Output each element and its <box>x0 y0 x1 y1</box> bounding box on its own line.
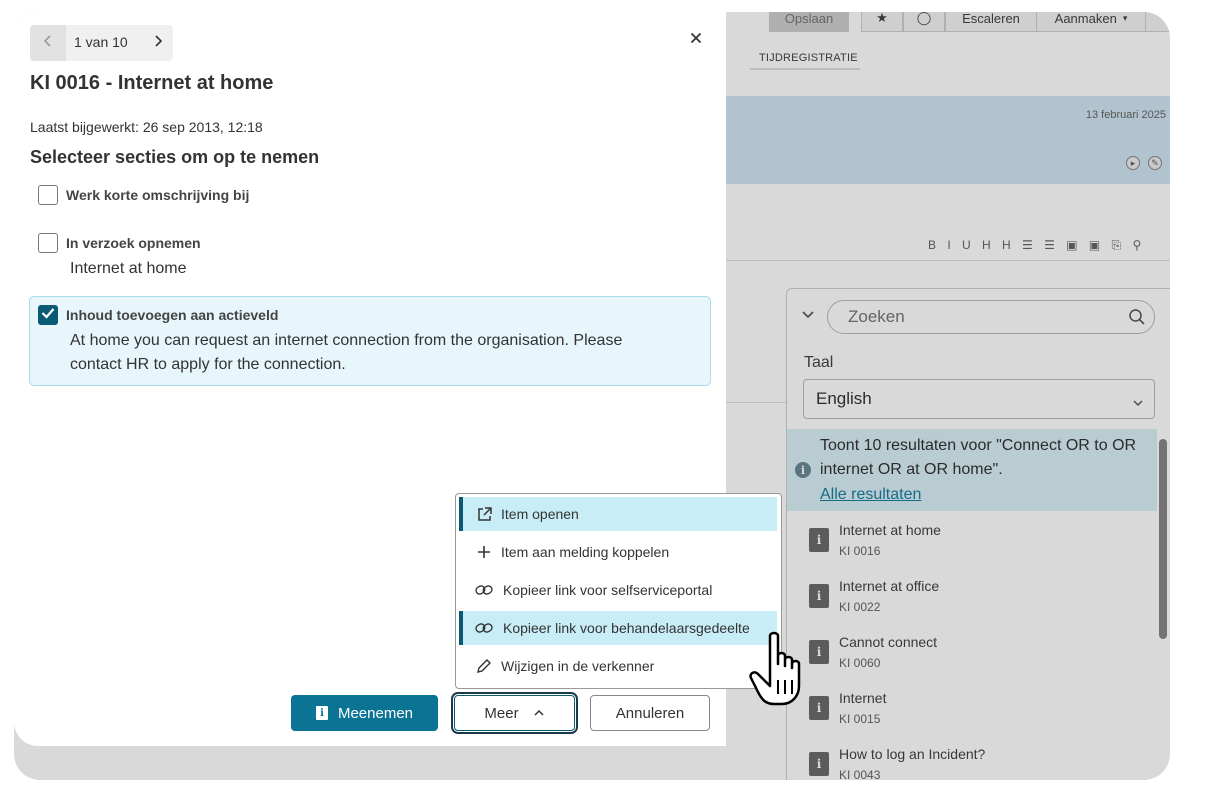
more-button[interactable]: Meer <box>451 692 578 734</box>
section-content: Internet at home <box>70 260 187 277</box>
plus-icon <box>475 543 493 561</box>
close-icon <box>690 31 702 49</box>
menu-item-label: Kopieer link voor selfserviceportal <box>503 582 713 598</box>
app-frame: Opslaan ★ ◯ Escaleren Aanmaken▾ S TIJDRE… <box>14 12 1170 780</box>
checkbox-short-description[interactable] <box>38 185 58 205</box>
pencil-icon <box>475 657 493 675</box>
checkbox-label: In verzoek opnemen <box>66 235 201 251</box>
menu-item-copy-selfservice-link[interactable]: Kopieer link voor selfserviceportal <box>459 573 777 607</box>
more-button-label: Meer <box>484 704 519 722</box>
external-link-icon <box>475 505 493 523</box>
last-updated-text: Laatst bijgewerkt: 26 sep 2013, 12:18 <box>30 119 263 135</box>
section-content-line: contact HR to apply for the connection. <box>70 356 346 373</box>
dialog-title: KI 0016 - Internet at home <box>30 72 274 94</box>
hand-pointer-icon <box>748 630 824 710</box>
checkbox-add-to-action[interactable] <box>38 305 58 325</box>
pager-text: 1 van 10 <box>74 34 128 50</box>
take-button[interactable]: i Meenemen <box>291 695 438 731</box>
more-menu: Item openen Item aan melding koppelen Ko… <box>455 493 782 689</box>
chevron-right-icon <box>152 34 164 53</box>
menu-item-label: Wijzigen in de verkenner <box>501 658 655 674</box>
menu-item-label: Item openen <box>501 506 579 522</box>
pager: 1 van 10 <box>30 25 173 61</box>
menu-item-link-to-ticket[interactable]: Item aan melding koppelen <box>459 535 777 569</box>
close-button[interactable] <box>686 30 706 50</box>
link-icon <box>475 619 493 637</box>
menu-item-copy-agent-link[interactable]: Kopieer link voor behandelaarsgedeelte <box>459 611 777 645</box>
chevron-up-icon <box>533 708 545 718</box>
knowledge-item-dialog: 1 van 10 KI 0016 - Internet at home Laat… <box>14 12 782 746</box>
cancel-button-label: Annuleren <box>615 704 685 722</box>
section-content-line: At home you can request an internet conn… <box>70 332 623 349</box>
next-button[interactable] <box>144 25 172 61</box>
chevron-left-icon <box>42 34 54 53</box>
checkmark-icon <box>41 306 55 324</box>
previous-button[interactable] <box>30 25 66 61</box>
menu-item-edit-in-explorer[interactable]: Wijzigen in de verkenner <box>459 649 777 683</box>
menu-item-open-item[interactable]: Item openen <box>459 497 777 531</box>
link-icon <box>475 581 493 599</box>
menu-item-label: Item aan melding koppelen <box>501 544 670 560</box>
take-button-label: Meenemen <box>337 704 414 722</box>
knowledge-item-icon: i <box>315 706 328 720</box>
cancel-button[interactable]: Annuleren <box>590 695 710 731</box>
checkbox-label: Inhoud toevoegen aan actieveld <box>66 307 279 323</box>
checkbox-label: Werk korte omschrijving bij <box>66 187 250 203</box>
menu-item-label: Kopieer link voor behandelaarsgedeelte <box>503 620 750 636</box>
section-heading: Selecteer secties om op te nemen <box>30 147 320 167</box>
checkbox-include-request[interactable] <box>38 233 58 253</box>
